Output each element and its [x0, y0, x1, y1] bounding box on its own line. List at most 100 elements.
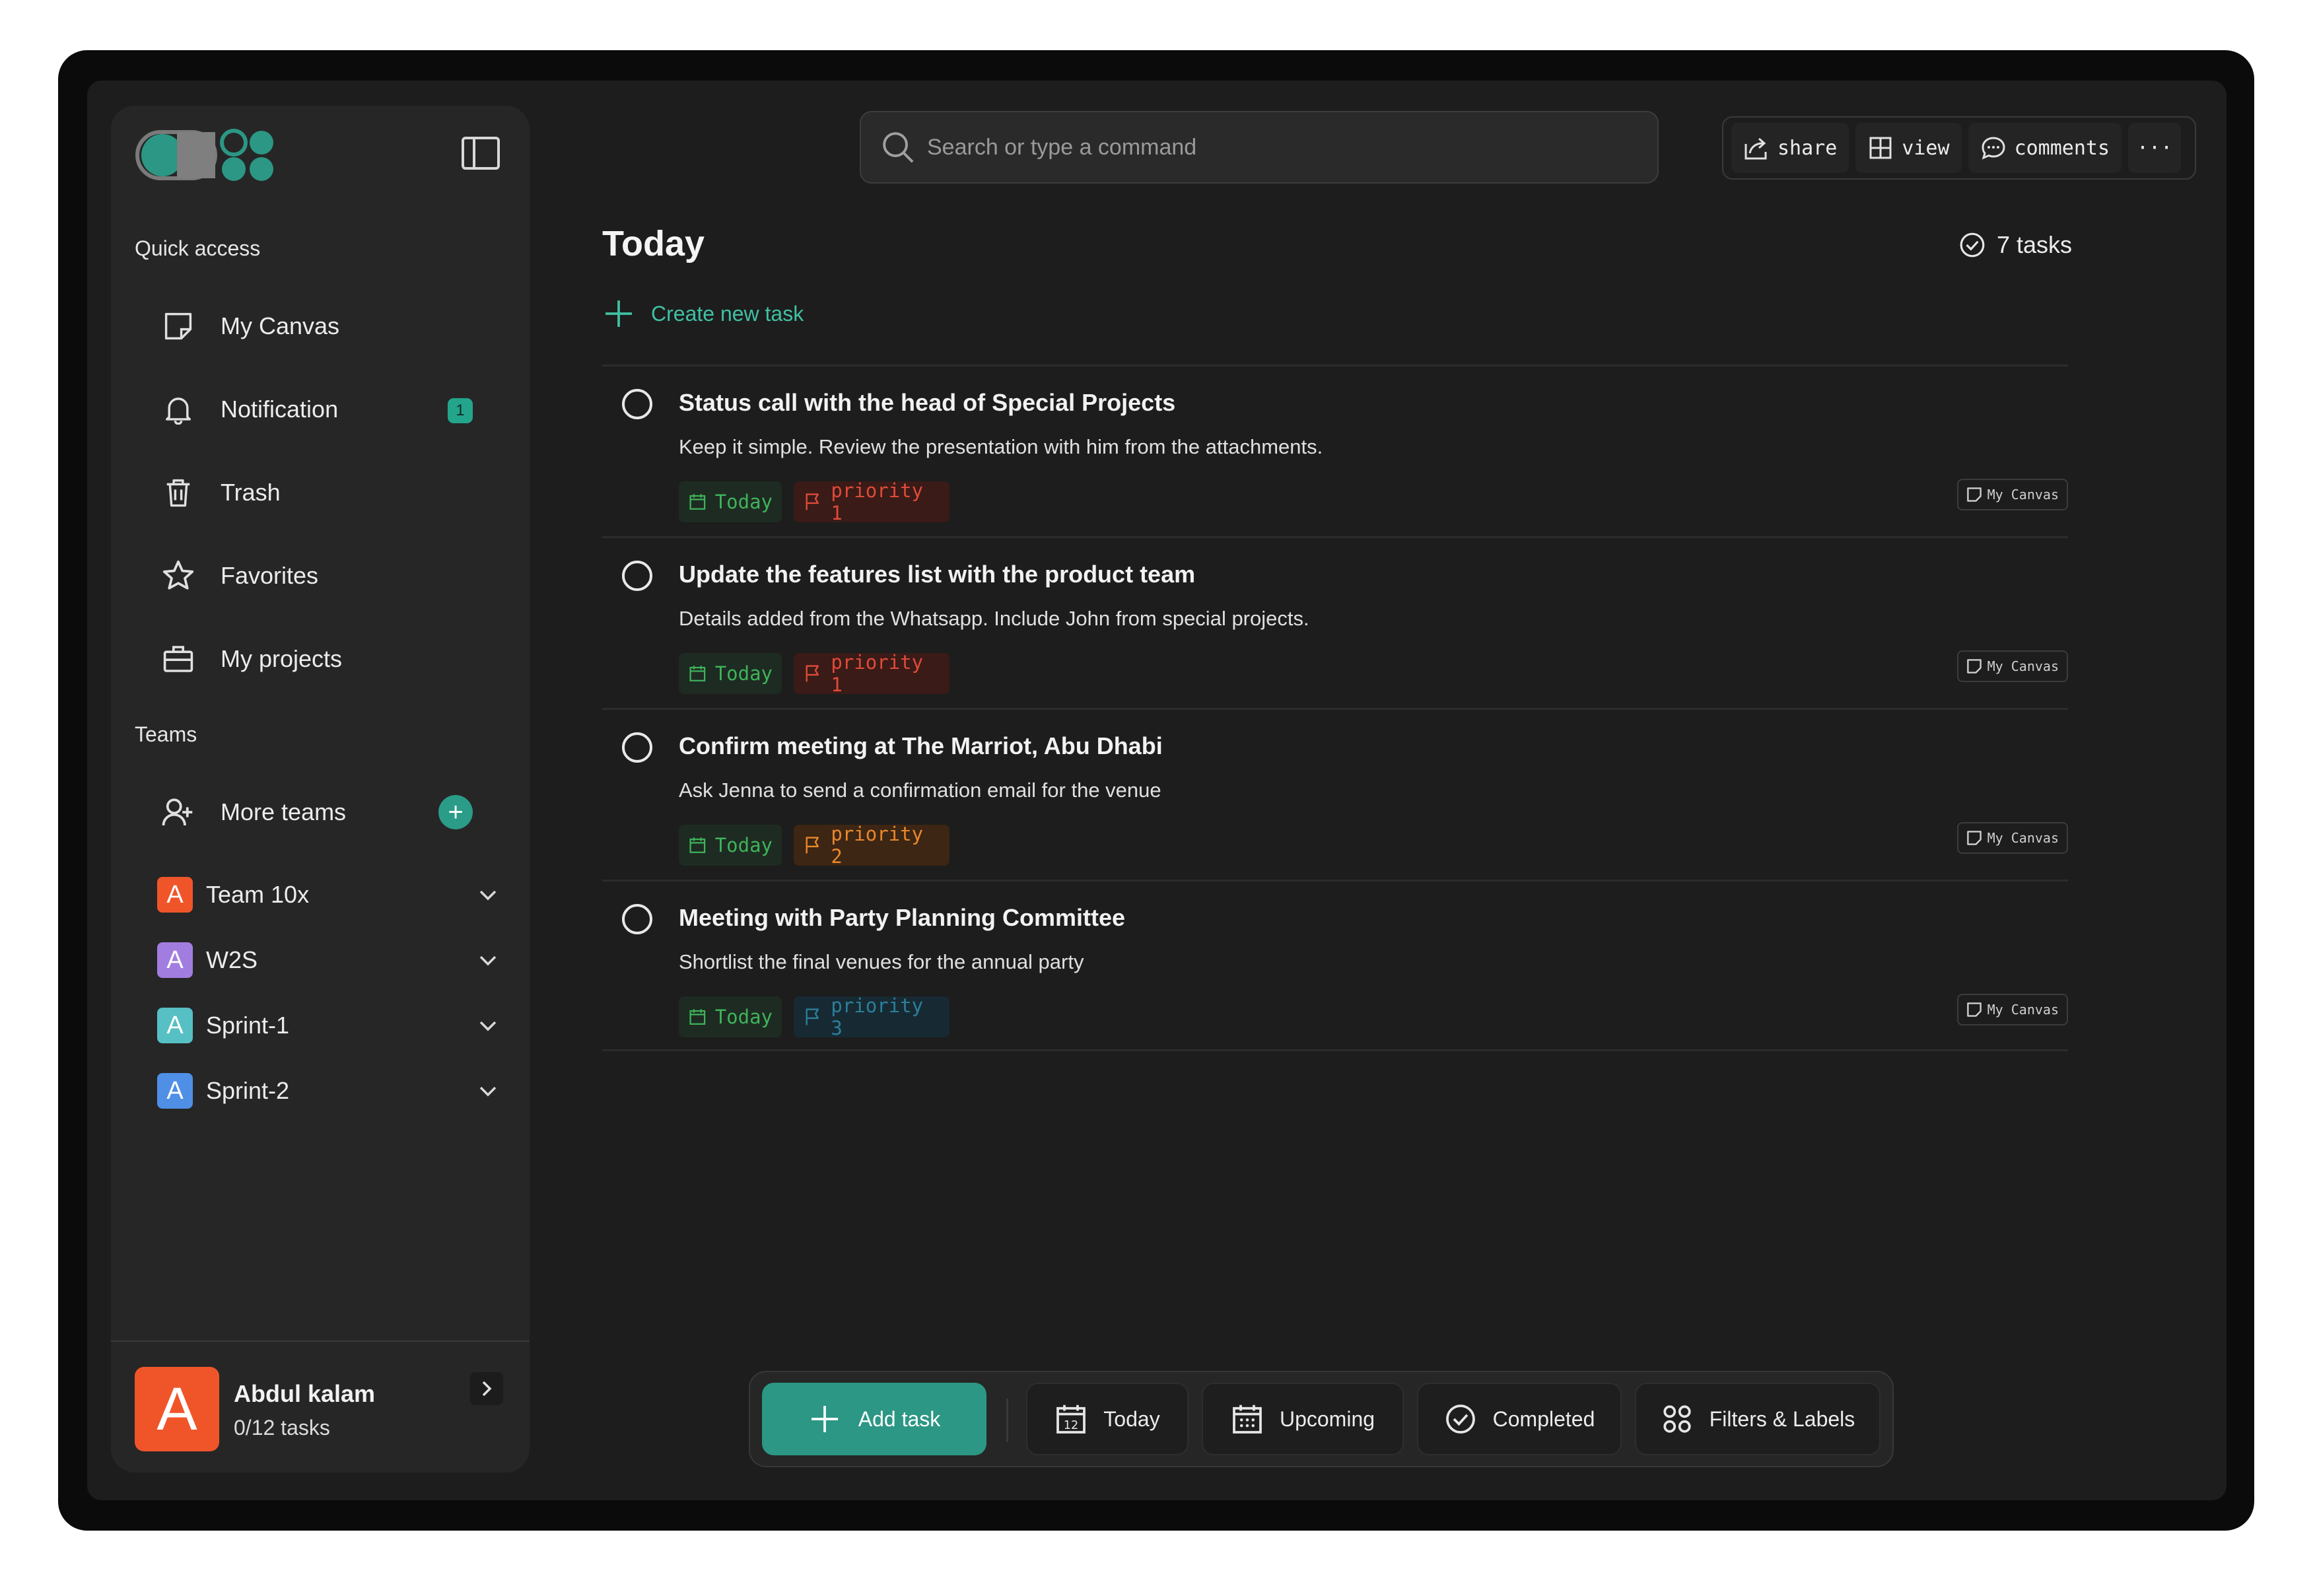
task-checkbox[interactable]: [622, 389, 652, 419]
canvas-tag[interactable]: My Canvas: [1956, 479, 2068, 510]
calendar-day-number: 12: [1064, 1419, 1078, 1432]
chevron-down-icon[interactable]: [475, 882, 501, 907]
task-item[interactable]: Meeting with Party Planning Committee Sh…: [602, 880, 2068, 1051]
priority-label: priority 1: [831, 479, 924, 524]
task-checkbox[interactable]: [622, 561, 652, 591]
team-name: Team 10x: [206, 881, 310, 908]
completed-label: Completed: [1492, 1406, 1595, 1431]
today-button[interactable]: 12 Today: [1026, 1383, 1189, 1455]
user-avatar: A: [135, 1367, 219, 1451]
due-date-label: Today: [714, 834, 773, 856]
task-item[interactable]: Update the features list with the produc…: [602, 536, 2068, 708]
chevron-down-icon[interactable]: [475, 1013, 501, 1038]
sidebar-item-label: My projects: [221, 645, 343, 672]
sidebar-item-label: Favorites: [221, 562, 319, 589]
notification-badge: 1: [448, 398, 473, 423]
calendar-icon: [689, 1009, 706, 1025]
task-count: 7 tasks: [1958, 231, 2072, 259]
share-button[interactable]: share: [1731, 123, 1849, 173]
task-title: Confirm meeting at The Marriot, Abu Dhab…: [679, 732, 1163, 759]
sidebar-item-favorites[interactable]: Favorites: [135, 541, 506, 610]
task-checkbox[interactable]: [622, 904, 652, 934]
bell-icon: [161, 392, 195, 427]
flag-icon: [806, 837, 819, 854]
app-logo: [135, 129, 273, 181]
chevron-down-icon[interactable]: [475, 1078, 501, 1103]
calendar-icon: [689, 666, 706, 681]
task-list: Status call with the head of Special Pro…: [602, 364, 2068, 1051]
team-name: Sprint-2: [206, 1077, 290, 1104]
view-label: view: [1902, 136, 1950, 160]
sidebar-item-trash[interactable]: Trash: [135, 458, 506, 527]
sidebar-item-notification[interactable]: Notification 1: [135, 375, 506, 444]
due-date-tag[interactable]: Today: [679, 996, 782, 1037]
flag-icon: [806, 665, 819, 682]
add-team-button[interactable]: +: [438, 795, 473, 829]
priority-tag[interactable]: priority 2: [794, 823, 949, 868]
more-options-button[interactable]: ···: [2128, 123, 2182, 173]
team-avatar: A: [157, 877, 193, 913]
upcoming-button[interactable]: Upcoming: [1202, 1383, 1404, 1455]
due-date-tag[interactable]: Today: [679, 481, 782, 522]
calendar-icon: [689, 494, 706, 510]
create-new-task-label: Create new task: [651, 301, 804, 326]
search-icon: [883, 132, 914, 163]
completed-button[interactable]: Completed: [1417, 1383, 1622, 1455]
team-item-w2s[interactable]: A W2S: [157, 933, 501, 987]
share-label: share: [1778, 136, 1838, 160]
due-date-label: Today: [714, 1006, 773, 1028]
priority-tag[interactable]: priority 3: [794, 994, 949, 1039]
canvas-tag[interactable]: My Canvas: [1956, 822, 2068, 854]
task-title: Meeting with Party Planning Committee: [679, 904, 1126, 931]
canvas-label: My Canvas: [1987, 830, 2059, 846]
sidebar-item-my-canvas[interactable]: My Canvas: [135, 292, 506, 361]
check-circle-icon: [1960, 232, 1985, 258]
sidebar-item-label: My Canvas: [221, 312, 340, 339]
task-title: Status call with the head of Special Pro…: [679, 389, 1176, 416]
sticky-note-icon: [1966, 831, 1982, 845]
sticky-note-icon: [1966, 487, 1982, 502]
priority-label: priority 3: [831, 994, 924, 1039]
canvas-tag[interactable]: My Canvas: [1956, 650, 2068, 682]
sticky-note-icon: [1966, 659, 1982, 674]
team-item-team-10x[interactable]: A Team 10x: [157, 868, 501, 922]
due-date-tag[interactable]: Today: [679, 653, 782, 694]
view-button[interactable]: view: [1855, 123, 1962, 173]
add-task-button[interactable]: Add task: [762, 1383, 986, 1455]
search-input[interactable]: Search or type a command: [860, 111, 1659, 184]
team-item-sprint-2[interactable]: A Sprint-2: [157, 1064, 501, 1118]
priority-label: priority 2: [831, 823, 924, 868]
filters-labels-button[interactable]: Filters & Labels: [1635, 1383, 1881, 1455]
search-placeholder: Search or type a command: [927, 134, 1197, 160]
trash-icon: [161, 475, 195, 510]
team-item-sprint-1[interactable]: A Sprint-1: [157, 998, 501, 1053]
add-user-icon: [161, 795, 195, 829]
task-description: Shortlist the final venues for the annua…: [679, 950, 1084, 973]
user-menu-button[interactable]: [470, 1372, 503, 1405]
user-divider: [111, 1340, 530, 1342]
priority-label: priority 1: [831, 651, 924, 696]
sidebar-toggle-icon[interactable]: [461, 136, 501, 170]
plus-icon: [605, 300, 632, 327]
task-item[interactable]: Status call with the head of Special Pro…: [602, 364, 2068, 536]
priority-tag[interactable]: priority 1: [794, 651, 949, 696]
canvas-tag[interactable]: My Canvas: [1956, 994, 2068, 1025]
upcoming-label: Upcoming: [1279, 1406, 1375, 1431]
task-description: Keep it simple. Review the presentation …: [679, 435, 1323, 458]
create-new-task-button[interactable]: Create new task: [602, 297, 804, 330]
check-circle-icon: [1445, 1405, 1475, 1434]
task-checkbox[interactable]: [622, 732, 652, 763]
briefcase-icon: [161, 642, 195, 676]
sidebar-item-more-teams[interactable]: More teams +: [135, 778, 506, 847]
chevron-down-icon[interactable]: [475, 948, 501, 973]
task-title: Update the features list with the produc…: [679, 561, 1196, 588]
more-icon: ···: [2136, 136, 2173, 160]
due-date-tag[interactable]: Today: [679, 825, 782, 866]
comments-button[interactable]: comments: [1968, 123, 2122, 173]
sidebar-item-label: Trash: [221, 479, 281, 506]
priority-tag[interactable]: priority 1: [794, 479, 949, 524]
sidebar-item-my-projects[interactable]: My projects: [135, 625, 506, 693]
task-item[interactable]: Confirm meeting at The Marriot, Abu Dhab…: [602, 708, 2068, 880]
calendar-icon: [1233, 1405, 1262, 1434]
team-name: W2S: [206, 946, 258, 973]
